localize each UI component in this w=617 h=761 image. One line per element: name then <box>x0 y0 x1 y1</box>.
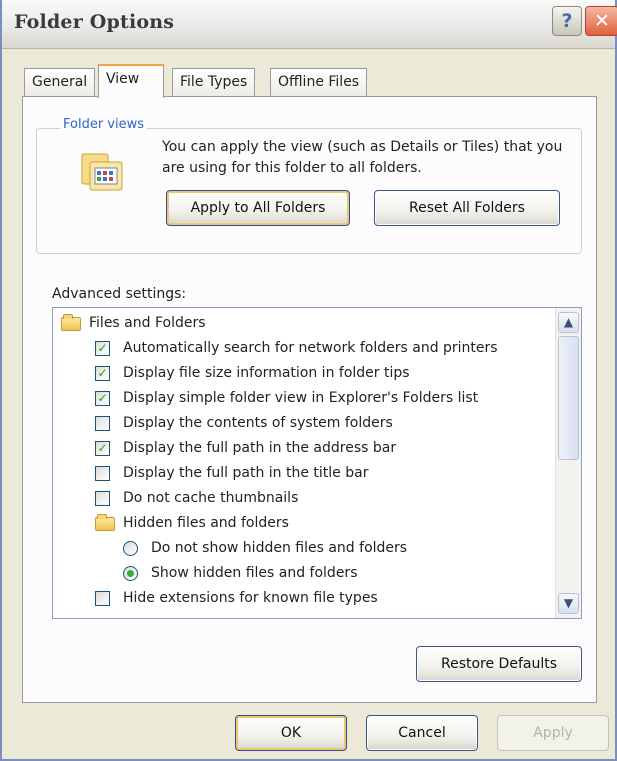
reset-all-folders-button[interactable]: Reset All Folders <box>374 190 560 226</box>
tab-offline-files[interactable]: Offline Files <box>270 68 368 96</box>
folder-views-icon <box>81 153 123 191</box>
tab-general-label: General <box>32 74 88 90</box>
vertical-scrollbar[interactable]: ▲ ▼ <box>555 308 581 618</box>
checkbox[interactable]: ✓ <box>95 341 110 356</box>
folder-views-legend: Folder views <box>60 117 148 132</box>
reset-all-folders-label: Reset All Folders <box>409 200 525 216</box>
checkbox[interactable] <box>95 416 110 431</box>
list-item-label: Display the contents of system folders <box>123 415 393 431</box>
restore-defaults-label: Restore Defaults <box>440 656 558 672</box>
tab-file-types-label: File Types <box>180 74 248 90</box>
checkbox[interactable] <box>95 491 110 506</box>
scroll-up-icon[interactable]: ▲ <box>558 312 579 333</box>
list-item-label: Display the full path in the address bar <box>123 440 397 456</box>
list-item-label: Do not cache thumbnails <box>123 490 299 506</box>
list-item-label: Display file size information in folder … <box>123 365 410 381</box>
list-item-label: Hidden files and folders <box>123 515 289 531</box>
advanced-settings-label: Advanced settings: <box>52 286 187 302</box>
advanced-settings-list[interactable]: Files and Folders ✓ Automatically search… <box>52 307 582 619</box>
folder-views-description: You can apply the view (such as Details … <box>162 139 563 176</box>
tab-view-label: View <box>106 71 140 87</box>
list-item-label: Do not show hidden files and folders <box>151 540 408 556</box>
list-item-label: Files and Folders <box>89 315 206 331</box>
scroll-down-icon[interactable]: ▼ <box>558 593 579 614</box>
tab-offline-files-label: Offline Files <box>278 74 360 90</box>
checkbox[interactable]: ✓ <box>95 366 110 381</box>
apply-to-all-folders-button[interactable]: Apply to All Folders <box>166 190 350 226</box>
folder-icon <box>61 314 81 331</box>
title-bar[interactable]: Folder Options ? ✕ <box>2 0 617 49</box>
list-item-label: Hide extensions for known file types <box>123 590 378 606</box>
tab-file-types[interactable]: File Types <box>172 68 256 96</box>
checkbox[interactable]: ✓ <box>95 441 110 456</box>
folder-options-dialog: Folder Options ? ✕ General View File Typ… <box>0 0 617 761</box>
radio-button[interactable] <box>123 541 138 556</box>
apply-to-all-folders-label: Apply to All Folders <box>190 200 326 216</box>
cancel-label: Cancel <box>398 725 446 741</box>
ok-label: OK <box>280 725 302 741</box>
list-item-label: Display simple folder view in Explorer's… <box>123 390 479 406</box>
cancel-button[interactable]: Cancel <box>366 715 478 751</box>
checkbox[interactable] <box>95 466 110 481</box>
tab-view[interactable]: View <box>98 64 164 98</box>
list-item-label: Show hidden files and folders <box>151 565 358 581</box>
help-button[interactable]: ? <box>552 6 582 36</box>
apply-label: Apply <box>533 725 573 741</box>
list-item-label: Automatically search for network folders… <box>123 340 498 356</box>
radio-button[interactable] <box>123 566 138 581</box>
folder-icon <box>95 514 115 531</box>
restore-defaults-button[interactable]: Restore Defaults <box>416 646 582 682</box>
close-button[interactable]: ✕ <box>585 6 617 36</box>
list-item-label: Display the full path in the title bar <box>123 465 369 481</box>
checkbox[interactable]: ✓ <box>95 391 110 406</box>
scroll-thumb[interactable] <box>558 336 579 460</box>
tab-general[interactable]: General <box>24 68 96 96</box>
apply-button[interactable]: Apply <box>497 715 609 751</box>
checkbox[interactable] <box>95 591 110 606</box>
ok-button[interactable]: OK <box>235 715 347 751</box>
window-title: Folder Options <box>14 11 175 33</box>
